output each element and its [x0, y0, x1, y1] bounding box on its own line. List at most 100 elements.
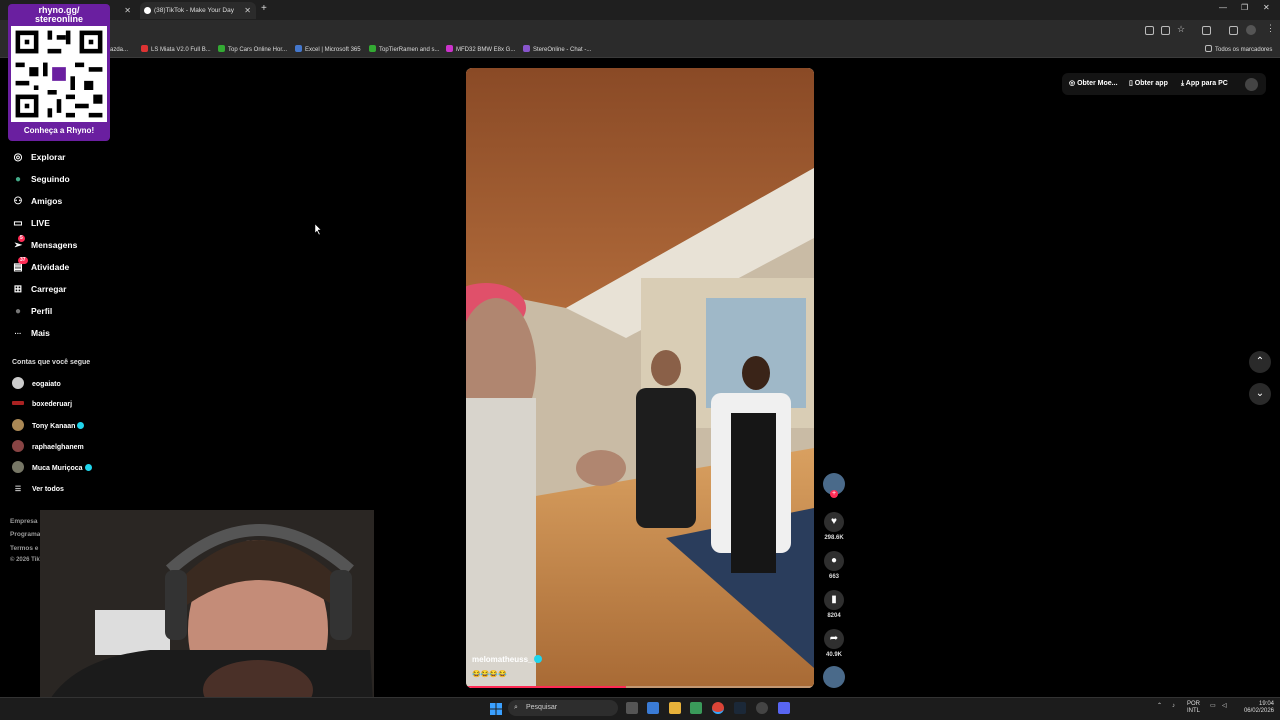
pc-app-button[interactable]: ⤓ App para PC [1181, 77, 1228, 91]
language-indicator[interactable]: POR INTL [1187, 701, 1200, 715]
tiktok-favicon-icon [144, 7, 151, 14]
sound-disc-button[interactable] [822, 666, 846, 688]
menu-kebab-icon[interactable]: ⋮ [1266, 23, 1275, 34]
translate-icon[interactable] [1145, 26, 1154, 35]
bookmark-item[interactable]: LS Miata V2.0 Full B... [141, 44, 211, 56]
user-avatar[interactable] [1245, 78, 1258, 91]
get-coins-label: Obter Moe... [1077, 80, 1118, 87]
bookmark-item[interactable]: MFD32 BMW E8x G... [446, 44, 515, 56]
close-tab-icon[interactable]: ✕ [124, 2, 131, 19]
video-progress-bar[interactable] [466, 686, 814, 688]
search-placeholder: Pesquisar [526, 704, 558, 711]
bookmark-icon [446, 45, 453, 52]
next-video-button[interactable]: ⌄ [1249, 383, 1271, 405]
verified-badge-icon [77, 422, 85, 429]
taskbar-search-box[interactable]: ⌕ Pesquisar [508, 700, 618, 716]
steam-icon[interactable] [734, 702, 746, 714]
browser-tab[interactable]: ✕ [112, 2, 136, 19]
nav-label: Amigos [31, 196, 63, 206]
bookmark-item[interactable]: Top Cars Online Hor... [218, 44, 287, 56]
media-controls-icon[interactable] [1229, 26, 1238, 35]
bookmark-item[interactable]: StereOnline - Chat -... [523, 44, 591, 56]
footer-link[interactable]: Programa [10, 531, 40, 538]
followed-account[interactable]: boxederuarj [12, 398, 72, 412]
chrome-icon[interactable] [712, 702, 724, 714]
following-section-title: Contas que você segue [12, 359, 91, 366]
close-window-button[interactable]: ✕ [1263, 3, 1270, 12]
followed-account[interactable]: Muca Muriçoca [12, 461, 92, 475]
nav-explorar[interactable]: ◎ Explorar [12, 149, 66, 165]
bookmark-star-icon[interactable]: ☆ [1177, 24, 1185, 35]
avatar [12, 401, 24, 405]
like-count: 298.6K [824, 535, 844, 541]
footer-link[interactable]: Empresa [10, 518, 37, 525]
bookmark-item[interactable]: TopTierRamen and s... [369, 44, 439, 56]
bookmark-icon: ▮ [824, 590, 844, 610]
nav-mensagens[interactable]: ➢ 5 Mensagens [12, 235, 77, 253]
folder-icon [1205, 45, 1212, 52]
clock[interactable]: 19:04 06/02/2026 [1238, 701, 1274, 715]
bookmark-item[interactable]: azda... [110, 44, 128, 56]
comment-count: 663 [828, 574, 839, 580]
follow-plus-icon[interactable]: + [830, 490, 838, 498]
followed-account[interactable]: raphaelghanem [12, 440, 84, 454]
extensions-icon[interactable] [1202, 26, 1211, 35]
nav-amigos[interactable]: ⚇ Amigos [12, 193, 63, 209]
account-name: Tony Kanaan [32, 423, 76, 430]
address-bar[interactable]: ☆ ⋮ [0, 20, 1280, 42]
avatar: + [823, 473, 845, 498]
activity-icon: ▤ 37 [12, 257, 28, 276]
comment-button[interactable]: ● 663 [822, 551, 846, 580]
nav-carregar[interactable]: ⊞ Carregar [12, 281, 67, 297]
share-button[interactable]: ➦ 40.9K [822, 629, 846, 658]
nav-live[interactable]: ▭ LIVE [12, 215, 50, 231]
copilot-icon[interactable] [647, 702, 659, 714]
store-icon[interactable] [690, 702, 702, 714]
windows-start-icon[interactable] [490, 702, 502, 715]
previous-video-button[interactable]: ⌃ [1249, 351, 1271, 373]
followed-account[interactable]: eogaiato [12, 377, 61, 391]
network-icon[interactable]: ▭ [1210, 703, 1216, 710]
maximize-button[interactable]: ❐ [1241, 3, 1248, 12]
followed-account[interactable]: Tony Kanaan [12, 419, 85, 433]
video-author[interactable]: melomatheuss_ [472, 655, 543, 664]
bookmark-icon [369, 45, 376, 52]
video-player[interactable]: melomatheuss_ 😂😂😂😂 [466, 68, 814, 688]
save-count: 8204 [827, 613, 841, 619]
discord-icon[interactable] [778, 702, 790, 714]
live-icon: ▭ [13, 218, 23, 229]
nav-perfil[interactable]: ● Perfil [12, 303, 52, 319]
creator-avatar-button[interactable]: + [822, 473, 846, 498]
see-all-link[interactable]: ☰ Ver todos [12, 483, 64, 497]
volume-icon[interactable]: ◁ [1222, 703, 1227, 710]
streamer-webcam-image [40, 510, 374, 720]
file-explorer-icon[interactable] [669, 702, 681, 714]
browser-tab-tiktok[interactable]: (38)TikTok - Make Your Day ✕ [140, 2, 256, 19]
task-view-icon[interactable] [626, 702, 638, 714]
share-count: 40.9K [825, 652, 842, 658]
nav-mais[interactable]: ··· Mais [12, 325, 50, 341]
close-tab-icon[interactable]: ✕ [244, 2, 251, 19]
tray-chevron-up-icon[interactable]: ⌃ [1157, 703, 1162, 710]
windows-taskbar [0, 697, 1280, 720]
cast-icon[interactable] [1161, 26, 1170, 35]
profile-avatar-icon[interactable] [1246, 25, 1256, 35]
bookmark-item[interactable]: Excel | Microsoft 365 [295, 44, 361, 56]
stream-promo-overlay: rhyno.gg/ stereonline Conheça a Rhyno! [8, 4, 110, 141]
microphone-icon[interactable]: ♪ [1172, 703, 1175, 710]
nav-seguindo[interactable]: ● Seguindo [12, 171, 70, 187]
webcam-overlay [40, 510, 374, 720]
get-app-button[interactable]: ▯ Obter app [1129, 77, 1168, 91]
nav-atividade[interactable]: ▤ 37 Atividade [12, 257, 69, 276]
all-bookmarks-folder[interactable]: Todos os marcadores [1205, 44, 1272, 56]
like-button[interactable]: ♥ 298.6K [822, 512, 846, 541]
get-coins-button[interactable]: ◎ Obter Moe... [1069, 77, 1118, 91]
lang-line: POR [1187, 701, 1201, 707]
save-button[interactable]: ▮ 8204 [822, 590, 846, 619]
app-icon[interactable] [756, 702, 768, 714]
new-tab-button[interactable]: + [261, 3, 267, 14]
minimize-button[interactable]: — [1219, 3, 1227, 12]
tab-title: (38)TikTok - Make Your Day [154, 7, 234, 14]
video-caption: 😂😂😂😂 [472, 671, 507, 678]
account-name: boxederuarj [32, 401, 73, 408]
